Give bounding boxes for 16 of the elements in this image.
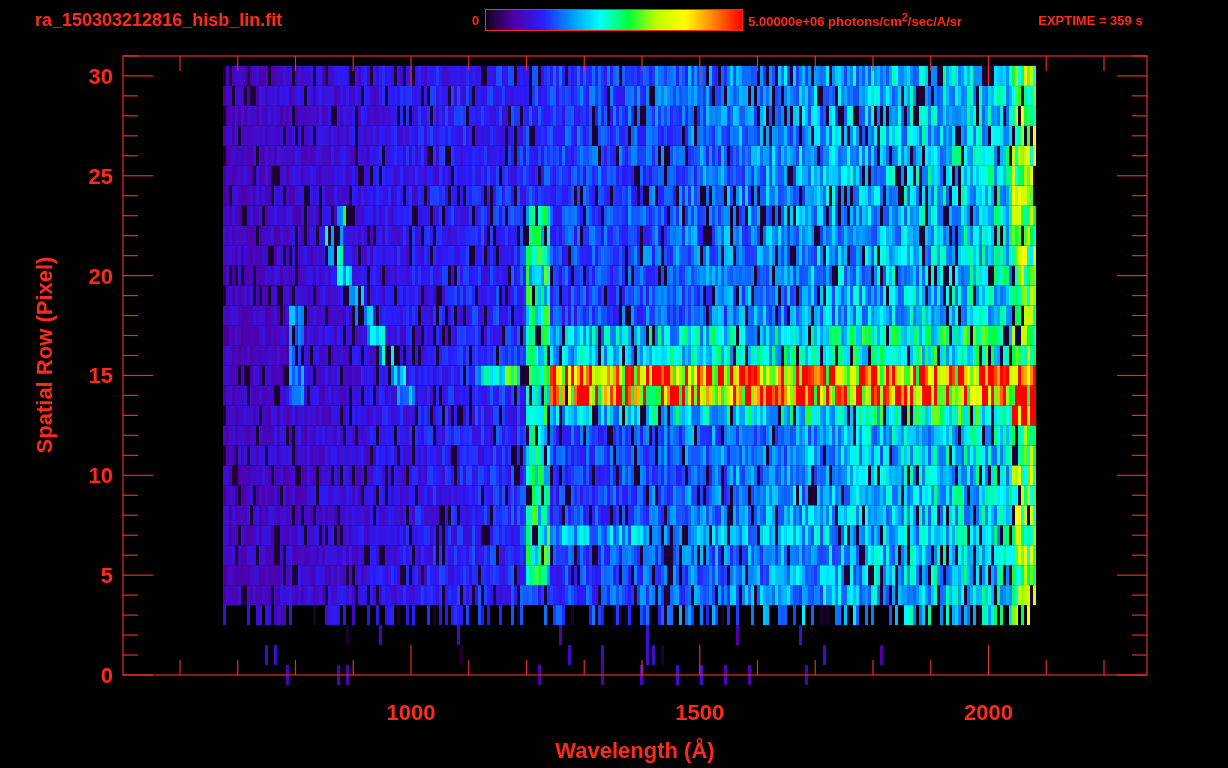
x-tick-label: 1000 (386, 700, 436, 725)
file-title: ra_150303212816_hisb_lin.fit (35, 9, 284, 31)
colorbar-max-label: 5.00000e+06 photons/cm$^{2}$/sec/A/sr (748, 10, 964, 30)
y-tick-label: 20 (88, 263, 113, 289)
y-tick-label: 5 (100, 563, 113, 589)
y-tick-label: 30 (88, 63, 113, 89)
x-axis-label: Wavelength (Å) (555, 738, 715, 763)
y-tick-label: 25 (88, 163, 113, 189)
colorbar-min-label: 0 (472, 12, 480, 28)
y-tick-label: 0 (100, 663, 113, 688)
x-tick-label: 1500 (675, 700, 725, 725)
x-tick-label: 2000 (964, 700, 1013, 725)
y-tick-label: 15 (88, 363, 113, 389)
exposure-label: EXPTIME = 359 s (1038, 12, 1143, 28)
y-tick-label: 10 (88, 463, 113, 489)
y-axis-label: Spatial Row (Pixel) (32, 256, 57, 454)
